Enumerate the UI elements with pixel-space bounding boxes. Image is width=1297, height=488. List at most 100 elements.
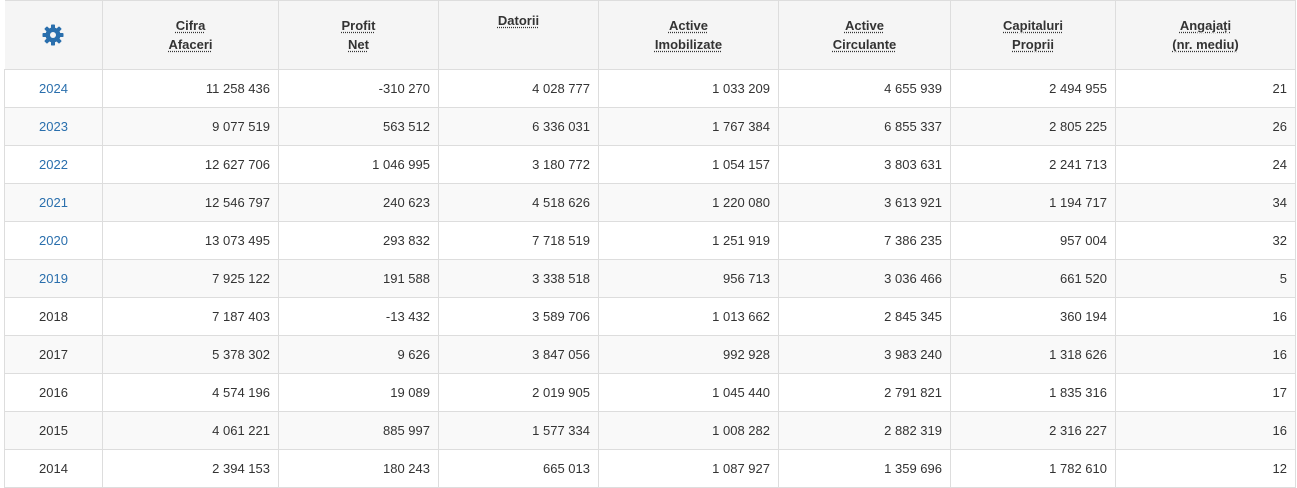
cell-datorii: 3 589 706 <box>438 297 599 336</box>
cell-datorii: 4 028 777 <box>438 69 599 108</box>
header-line2: (nr. mediu) <box>1172 37 1239 52</box>
cell-cifra-afaceri: 12 546 797 <box>102 183 279 222</box>
cell-angajati: 16 <box>1115 335 1296 374</box>
cell-profit-net: 240 623 <box>278 183 439 222</box>
table-row: 2024 11 258 436 -310 270 4 028 777 1 033 209… <box>4 69 1296 108</box>
header-line2: Afaceri <box>168 37 213 52</box>
col-header-datorii[interactable]: Datorii <box>438 0 599 70</box>
cell-profit-net: -310 270 <box>278 69 439 108</box>
year-link[interactable]: 2020 <box>4 221 103 260</box>
table-row: 2018 7 187 403 -13 432 3 589 706 1 013 662 2 … <box>4 297 1296 336</box>
cell-active-circulante: 2 791 821 <box>778 373 951 412</box>
cell-angajati: 16 <box>1115 297 1296 336</box>
header-line1: Capitaluri <box>1003 18 1063 33</box>
year-link[interactable]: 2019 <box>4 259 103 298</box>
cell-profit-net: 563 512 <box>278 107 439 146</box>
cell-active-imobilizate: 1 220 080 <box>598 183 779 222</box>
table-row: 2023 9 077 519 563 512 6 336 031 1 767 384 6 … <box>4 107 1296 146</box>
cell-angajati: 5 <box>1115 259 1296 298</box>
cell-profit-net: 19 089 <box>278 373 439 412</box>
table-header-row: Cifra Afaceri Profit Net Datorii Active Imo… <box>4 0 1296 70</box>
cell-profit-net: 1 046 995 <box>278 145 439 184</box>
year-link[interactable]: 2022 <box>4 145 103 184</box>
col-header-cifra-afaceri[interactable]: Cifra Afaceri <box>102 0 279 70</box>
cell-capitaluri-proprii: 1 194 717 <box>950 183 1116 222</box>
cell-capitaluri-proprii: 661 520 <box>950 259 1116 298</box>
cell-angajati: 21 <box>1115 69 1296 108</box>
table-row: 2022 12 627 706 1 046 995 3 180 772 1 054 15… <box>4 145 1296 184</box>
cell-capitaluri-proprii: 2 805 225 <box>950 107 1116 146</box>
cell-active-circulante: 3 983 240 <box>778 335 951 374</box>
header-line1: Profit <box>341 18 376 33</box>
header-line1: Active <box>668 18 709 33</box>
table-row: 2019 7 925 122 191 588 3 338 518 956 713 3 03… <box>4 259 1296 298</box>
table-body: 2024 11 258 436 -310 270 4 028 777 1 033 209… <box>4 69 1296 488</box>
table-row: 2015 4 061 221 885 997 1 577 334 1 008 282 2 … <box>4 411 1296 450</box>
header-line1: Cifra <box>175 18 206 33</box>
cell-datorii: 3 847 056 <box>438 335 599 374</box>
year-cell: 2018 <box>4 297 103 336</box>
cell-active-imobilizate: 1 045 440 <box>598 373 779 412</box>
header-line2: Imobilizate <box>654 37 723 52</box>
year-link[interactable]: 2021 <box>4 183 103 222</box>
header-line1: Active <box>844 18 885 33</box>
cell-datorii: 3 338 518 <box>438 259 599 298</box>
header-line1: Datorii <box>497 13 540 28</box>
cell-active-circulante: 7 386 235 <box>778 221 951 260</box>
cell-angajati: 16 <box>1115 411 1296 450</box>
cell-profit-net: 293 832 <box>278 221 439 260</box>
settings-cell[interactable] <box>4 0 103 70</box>
year-cell: 2015 <box>4 411 103 450</box>
cell-active-imobilizate: 1 054 157 <box>598 145 779 184</box>
cell-cifra-afaceri: 13 073 495 <box>102 221 279 260</box>
cell-angajati: 32 <box>1115 221 1296 260</box>
table-row: 2020 13 073 495 293 832 7 718 519 1 251 919 7… <box>4 221 1296 260</box>
year-link[interactable]: 2023 <box>4 107 103 146</box>
year-link[interactable]: 2024 <box>4 69 103 108</box>
col-header-angajati[interactable]: Angajați (nr. mediu) <box>1115 0 1296 70</box>
header-line1: Angajați <box>1179 18 1232 33</box>
cell-datorii: 1 577 334 <box>438 411 599 450</box>
cell-angajati: 17 <box>1115 373 1296 412</box>
cell-datorii: 6 336 031 <box>438 107 599 146</box>
cell-capitaluri-proprii: 2 241 713 <box>950 145 1116 184</box>
year-cell: 2016 <box>4 373 103 412</box>
financial-table: Cifra Afaceri Profit Net Datorii Active Imo… <box>4 0 1296 488</box>
cell-cifra-afaceri: 5 378 302 <box>102 335 279 374</box>
cell-active-imobilizate: 956 713 <box>598 259 779 298</box>
cell-active-circulante: 4 655 939 <box>778 69 951 108</box>
cell-datorii: 7 718 519 <box>438 221 599 260</box>
cell-active-circulante: 3 803 631 <box>778 145 951 184</box>
col-header-capitaluri-proprii[interactable]: Capitaluri Proprii <box>950 0 1116 70</box>
cell-capitaluri-proprii: 2 316 227 <box>950 411 1116 450</box>
cell-cifra-afaceri: 9 077 519 <box>102 107 279 146</box>
cell-cifra-afaceri: 12 627 706 <box>102 145 279 184</box>
cell-profit-net: 191 588 <box>278 259 439 298</box>
cell-active-imobilizate: 1 013 662 <box>598 297 779 336</box>
cell-capitaluri-proprii: 2 494 955 <box>950 69 1116 108</box>
cell-active-circulante: 6 855 337 <box>778 107 951 146</box>
table-row: 2016 4 574 196 19 089 2 019 905 1 045 440 2 7… <box>4 373 1296 412</box>
col-header-active-imobilizate[interactable]: Active Imobilizate <box>598 0 779 70</box>
col-header-active-circulante[interactable]: Active Circulante <box>778 0 951 70</box>
cell-angajati: 24 <box>1115 145 1296 184</box>
cell-angajati: 34 <box>1115 183 1296 222</box>
cell-profit-net: -13 432 <box>278 297 439 336</box>
cell-datorii: 3 180 772 <box>438 145 599 184</box>
cell-datorii: 4 518 626 <box>438 183 599 222</box>
cell-cifra-afaceri: 11 258 436 <box>102 69 279 108</box>
table-row: 2017 5 378 302 9 626 3 847 056 992 928 3 983 … <box>4 335 1296 374</box>
gear-icon[interactable] <box>41 23 65 47</box>
cell-cifra-afaceri: 4 574 196 <box>102 373 279 412</box>
col-header-profit-net[interactable]: Profit Net <box>278 0 439 70</box>
cell-capitaluri-proprii: 1 318 626 <box>950 335 1116 374</box>
financial-table-container: Cifra Afaceri Profit Net Datorii Active Imo… <box>0 0 1297 488</box>
cell-profit-net: 885 997 <box>278 411 439 450</box>
cell-capitaluri-proprii: 957 004 <box>950 221 1116 260</box>
cell-active-circulante: 3 613 921 <box>778 183 951 222</box>
cell-active-imobilizate: 1 033 209 <box>598 69 779 108</box>
cell-active-imobilizate: 1 008 282 <box>598 411 779 450</box>
header-line2: Circulante <box>832 37 897 52</box>
cell-active-circulante: 2 845 345 <box>778 297 951 336</box>
year-cell: 2017 <box>4 335 103 374</box>
